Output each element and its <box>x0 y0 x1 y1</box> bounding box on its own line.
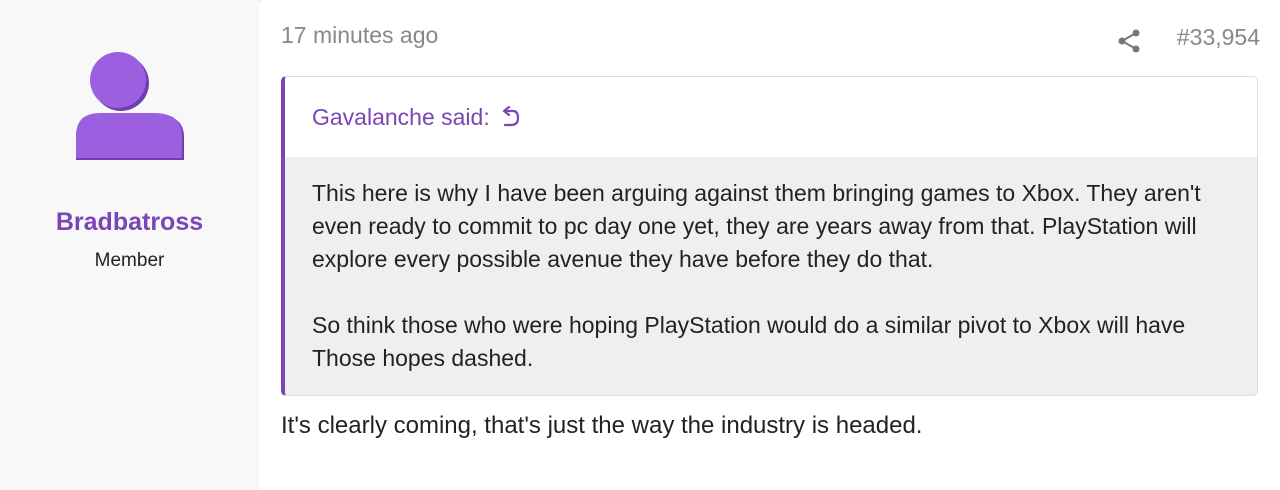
default-avatar-icon[interactable] <box>74 52 186 164</box>
quote-block: Gavalanche said: This here is why I have… <box>281 76 1258 396</box>
post-body-text: It's clearly coming, that's just the way… <box>281 412 923 439</box>
quote-header: Gavalanche said: <box>285 77 1257 157</box>
user-title: Member <box>94 250 165 271</box>
quote-body: This here is why I have been arguing aga… <box>312 177 1242 395</box>
jump-to-quote-icon[interactable] <box>498 105 520 129</box>
post-timestamp[interactable]: 17 minutes ago <box>281 22 438 49</box>
post-number-link[interactable]: #33,954 <box>1177 24 1260 51</box>
quote-paragraph: This here is why I have been arguing aga… <box>312 180 1201 272</box>
post-main: 17 minutes ago #33,954 Gavalanche said: … <box>259 0 1280 490</box>
username-link[interactable]: Bradbatross <box>0 208 259 237</box>
quote-paragraph: So think those who were hoping PlayStati… <box>312 312 1186 371</box>
post-user-column: Bradbatross Member <box>0 0 259 490</box>
quote-author-link[interactable]: Gavalanche said: <box>312 104 490 131</box>
share-icon[interactable] <box>1117 28 1141 54</box>
forum-post: Bradbatross Member 17 minutes ago #33,95… <box>0 0 1280 490</box>
